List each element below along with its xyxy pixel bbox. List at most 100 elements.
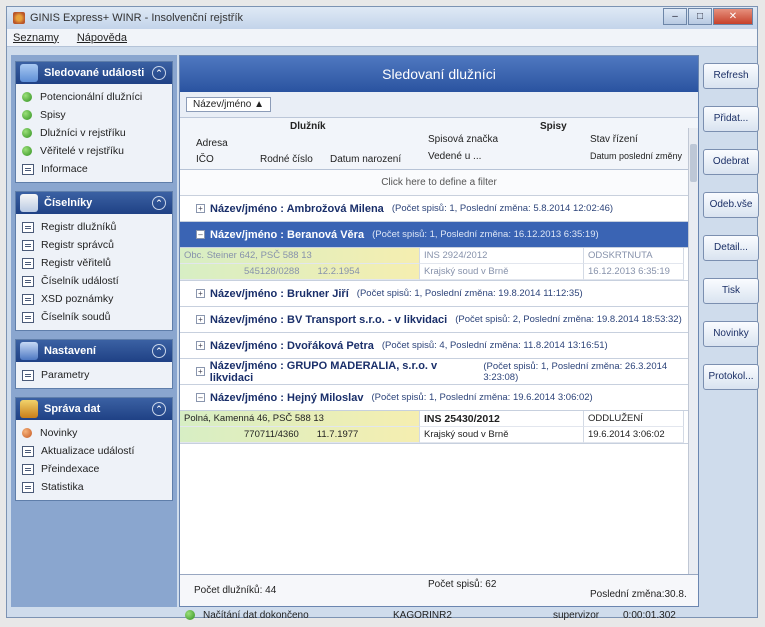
menu-napoveda[interactable]: Nápověda <box>77 32 127 44</box>
expand-icon[interactable]: + <box>196 315 205 324</box>
group-info: (Počet spisů: 2, Poslední změna: 19.8.20… <box>455 314 682 325</box>
cell-rodne-cislo: 770711/4360 <box>244 429 299 440</box>
cell-soud: Krajský soud v Brně <box>420 427 584 443</box>
group-sledovane-udalosti: Sledované události ⌃ Potencionální dlužn… <box>15 61 173 183</box>
column-stav-rizeni[interactable]: Stav řízení <box>590 134 638 145</box>
nav-ciselnik-soudu[interactable]: Číselník soudů <box>22 308 166 326</box>
collapse-icon[interactable]: – <box>196 393 205 402</box>
document-icon <box>22 221 34 233</box>
cell-datum-narozeni: 11.7.1977 <box>316 429 359 440</box>
detail-row[interactable]: Obc. Steiner 642, PSČ 588 13 INS 2924/20… <box>180 248 698 281</box>
column-ico[interactable]: IČO <box>196 154 214 165</box>
remove-button[interactable]: Odebrat <box>703 149 759 175</box>
nav-label: Parametry <box>41 369 90 381</box>
expand-icon[interactable]: + <box>196 289 205 298</box>
group-header[interactable]: Správa dat ⌃ <box>16 398 172 420</box>
vertical-scrollbar[interactable] <box>688 128 698 574</box>
group-row[interactable]: + Název/jméno : Dvořáková Petra (Počet spi… <box>180 333 698 359</box>
group-row[interactable]: + Název/jméno : GRUPO MADERALIA, s.r.o. v… <box>180 359 698 385</box>
collapse-icon[interactable]: ⌃ <box>152 66 166 80</box>
group-name: Název/jméno : Hejný Miloslav <box>210 391 364 404</box>
detail-row[interactable]: Polná, Kamenná 46, PSČ 588 13 INS 25430/… <box>180 411 698 444</box>
protocol-button[interactable]: Protokol... <box>703 364 759 390</box>
nav-ciselnik-udalosti[interactable]: Číselník událostí <box>22 272 166 290</box>
cell-soud: Krajský soud v Brně <box>420 264 584 280</box>
nav-informace[interactable]: Informace <box>22 160 166 178</box>
collapse-icon[interactable]: – <box>196 230 205 239</box>
filter-row[interactable]: Click here to define a filter <box>180 170 698 196</box>
close-button[interactable]: ✕ <box>713 8 753 25</box>
group-header[interactable]: Číselníky ⌃ <box>16 192 172 214</box>
column-header: Dlužník Spisy Adresa IČO Rodné číslo Dat… <box>180 118 698 170</box>
column-datum-narozeni[interactable]: Datum narození <box>330 154 401 165</box>
scrollbar-thumb[interactable] <box>690 144 697 182</box>
document-icon <box>22 257 34 269</box>
news-button[interactable]: Novinky <box>703 321 759 347</box>
cell-spis: INS 25430/2012 <box>420 411 584 427</box>
group-by-area: Název/jméno ▲ <box>180 92 698 118</box>
nav-registr-spravcu[interactable]: Registr správců <box>22 236 166 254</box>
nav-label: XSD poznámky <box>41 293 114 305</box>
group-header[interactable]: Sledované události ⌃ <box>16 62 172 84</box>
green-dot-icon <box>22 146 32 156</box>
nav-label: Spisy <box>40 109 66 121</box>
nav-registr-veritelu[interactable]: Registr věřitelů <box>22 254 166 272</box>
nav-label: Číselník soudů <box>41 311 111 323</box>
nav-xsd-poznamky[interactable]: XSD poznámky <box>22 290 166 308</box>
column-rodne-cislo[interactable]: Rodné číslo <box>260 154 313 165</box>
cell-ids: 545128/0288 12.2.1954 <box>180 264 420 280</box>
footer-pocet-spisu: Počet spisů: 62 <box>428 579 497 590</box>
collapse-icon[interactable]: ⌃ <box>152 402 166 416</box>
parameters-icon <box>22 369 34 381</box>
status-server: KAGORINR2 <box>393 609 452 621</box>
nav-novinky[interactable]: Novinky <box>22 424 166 442</box>
group-by-chip[interactable]: Název/jméno ▲ <box>186 97 272 112</box>
nav-dluznici-v-rejstriku[interactable]: Dlužníci v rejstříku <box>22 124 166 142</box>
nav-veritele-v-rejstriku[interactable]: Věřitelé v rejstříku <box>22 142 166 160</box>
column-dluznik[interactable]: Dlužník <box>290 121 326 132</box>
window-controls: – □ ✕ <box>662 8 753 25</box>
group-row-selected[interactable]: – Název/jméno : Beranová Věra (Počet spisů… <box>180 222 698 248</box>
maximize-button[interactable]: □ <box>688 8 712 25</box>
group-row[interactable]: – Název/jméno : Hejný Miloslav (Počet spis… <box>180 385 698 411</box>
status-user: supervizor <box>553 609 600 621</box>
group-row[interactable]: + Název/jméno : Ambrožová Milena (Počet sp… <box>180 196 698 222</box>
nav-registr-dluzniku[interactable]: Registr dlužníků <box>22 218 166 236</box>
print-button[interactable]: Tisk <box>703 278 759 304</box>
group-sprava-dat: Správa dat ⌃ Novinky Aktualizace událost… <box>15 397 173 501</box>
column-vedene-u[interactable]: Vedené u ... <box>428 151 481 162</box>
add-button[interactable]: Přidat... <box>703 106 759 132</box>
menu-seznamy[interactable]: Seznamy <box>13 32 59 44</box>
nav-preindexace[interactable]: Přeindexace <box>22 460 166 478</box>
expand-icon[interactable]: + <box>196 204 205 213</box>
group-title: Číselníky <box>44 197 93 209</box>
column-adresa[interactable]: Adresa <box>196 138 228 149</box>
group-row[interactable]: + Název/jméno : Brukner Jiří (Počet spisů:… <box>180 281 698 307</box>
expand-icon[interactable]: + <box>196 341 205 350</box>
expand-icon[interactable]: + <box>196 367 205 376</box>
sidebar: Sledované události ⌃ Potencionální dlužn… <box>11 55 177 607</box>
nav-aktualizace-udalosti[interactable]: Aktualizace událostí <box>22 442 166 460</box>
group-header[interactable]: Nastavení ⌃ <box>16 340 172 362</box>
action-buttons: Refresh Přidat... Odebrat Odeb.vše Detai… <box>703 63 759 407</box>
column-spisova-znacka[interactable]: Spisová značka <box>428 134 498 145</box>
status-time: 0:00:01.302 <box>623 609 676 621</box>
nav-spisy[interactable]: Spisy <box>22 106 166 124</box>
remove-all-button[interactable]: Odeb.vše <box>703 192 759 218</box>
nav-label: Číselník událostí <box>41 275 119 287</box>
refresh-button[interactable]: Refresh <box>703 63 759 89</box>
detail-button[interactable]: Detail... <box>703 235 759 261</box>
group-row[interactable]: + Název/jméno : BV Transport s.r.o. - v l… <box>180 307 698 333</box>
collapse-icon[interactable]: ⌃ <box>152 196 166 210</box>
column-datum-posledni-zmeny[interactable]: Datum poslední změny <box>590 151 682 161</box>
nav-potencionalni-dluznici[interactable]: Potencionální dlužníci <box>22 88 166 106</box>
events-icon <box>20 64 38 82</box>
minimize-button[interactable]: – <box>663 8 687 25</box>
document-icon <box>22 293 34 305</box>
nav-statistika[interactable]: Statistika <box>22 478 166 496</box>
column-spisy[interactable]: Spisy <box>540 121 567 132</box>
group-title: Sledované události <box>44 67 145 79</box>
nav-parametry[interactable]: Parametry <box>22 366 166 384</box>
group-name: Název/jméno : Ambrožová Milena <box>210 202 384 215</box>
collapse-icon[interactable]: ⌃ <box>152 344 166 358</box>
